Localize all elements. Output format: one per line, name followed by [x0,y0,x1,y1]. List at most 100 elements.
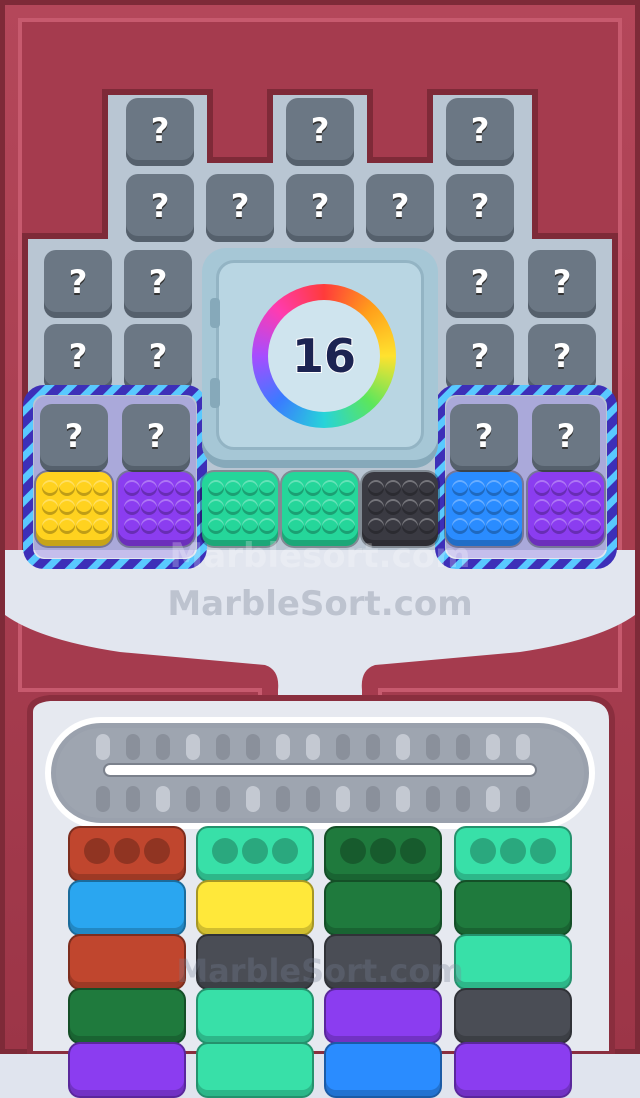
watermark: MarbleSort.com [176,952,464,990]
conveyor-slot [396,786,410,812]
marble [305,499,321,515]
tube[interactable] [196,880,314,936]
vault-hinge [210,378,220,408]
conveyor-slot [426,734,440,760]
tube-top[interactable] [454,826,572,882]
marble-block-yellow[interactable] [36,472,112,546]
tube[interactable] [196,988,314,1044]
hidden-block[interactable]: ? [122,404,190,472]
marble-block-blue[interactable] [446,472,522,546]
marble [141,518,157,534]
tube[interactable] [324,988,442,1044]
question-mark-icon: ? [474,417,494,455]
tube[interactable] [454,880,572,936]
marble [93,480,109,496]
marble [385,480,401,496]
tube[interactable] [454,988,572,1044]
marble [551,499,567,515]
marble [452,480,468,496]
hidden-block[interactable]: ? [532,404,600,472]
conveyor-slot [216,786,230,812]
tube[interactable] [68,1042,186,1098]
marble [402,499,418,515]
tube[interactable] [324,880,442,936]
marble [93,499,109,515]
tube[interactable] [68,880,186,936]
marble [175,480,191,496]
tube-hole [400,838,426,864]
marble [385,499,401,515]
marble [568,518,584,534]
tube-hole [212,838,238,864]
tube-hole [530,838,556,864]
conveyor-slot [156,734,170,760]
marble [452,518,468,534]
marble [551,480,567,496]
conveyor-slot [426,786,440,812]
conveyor-slot [246,734,260,760]
tube[interactable] [68,988,186,1044]
marble [568,480,584,496]
marble [503,480,519,496]
marble [158,518,174,534]
marble [419,480,435,496]
conveyor-slot [336,734,350,760]
timer-ring: 16 [252,284,396,428]
conveyor-slot [456,786,470,812]
marble [486,499,502,515]
conveyor-slot [126,786,140,812]
tube[interactable] [324,1042,442,1098]
marble [225,518,241,534]
tube-hole [272,838,298,864]
marble [452,499,468,515]
tube[interactable] [196,1042,314,1098]
marble [259,499,275,515]
marble-block-green[interactable] [202,472,278,546]
marble [568,499,584,515]
conveyor-slot [96,786,110,812]
marble-block-black[interactable] [362,472,438,546]
tube-hole [340,838,366,864]
marble [503,499,519,515]
marble [585,499,601,515]
tube-top[interactable] [324,826,442,882]
conveyor-slot [186,786,200,812]
marble-block-purple[interactable] [118,472,194,546]
timer-face: 16 [268,300,380,412]
tube-hole [470,838,496,864]
marble [124,480,140,496]
marble [288,499,304,515]
conveyor-slot [186,734,200,760]
marble [368,518,384,534]
marble-block-green[interactable] [282,472,358,546]
marble [225,499,241,515]
marble [208,499,224,515]
conveyor-slot [516,734,530,760]
marble [208,518,224,534]
marble [368,499,384,515]
hidden-block[interactable]: ? [40,404,108,472]
marble [225,480,241,496]
marble [551,518,567,534]
watermark: MarbleSort.com [167,584,473,624]
conveyor-slot [336,786,350,812]
hidden-block[interactable]: ? [450,404,518,472]
marble [305,518,321,534]
marble [486,518,502,534]
marble [59,499,75,515]
marble-block-purple[interactable] [528,472,604,546]
conveyor-slot [156,786,170,812]
conveyor-slot [456,734,470,760]
tube-top[interactable] [68,826,186,882]
tube[interactable] [454,1042,572,1098]
marble [175,499,191,515]
marble [339,480,355,496]
timer-counter: 16 [291,328,357,384]
marble [419,499,435,515]
marble [76,518,92,534]
conveyor-slot [516,786,530,812]
marble [402,518,418,534]
marble [208,480,224,496]
conveyor-slot [216,734,230,760]
tube-top[interactable] [196,826,314,882]
